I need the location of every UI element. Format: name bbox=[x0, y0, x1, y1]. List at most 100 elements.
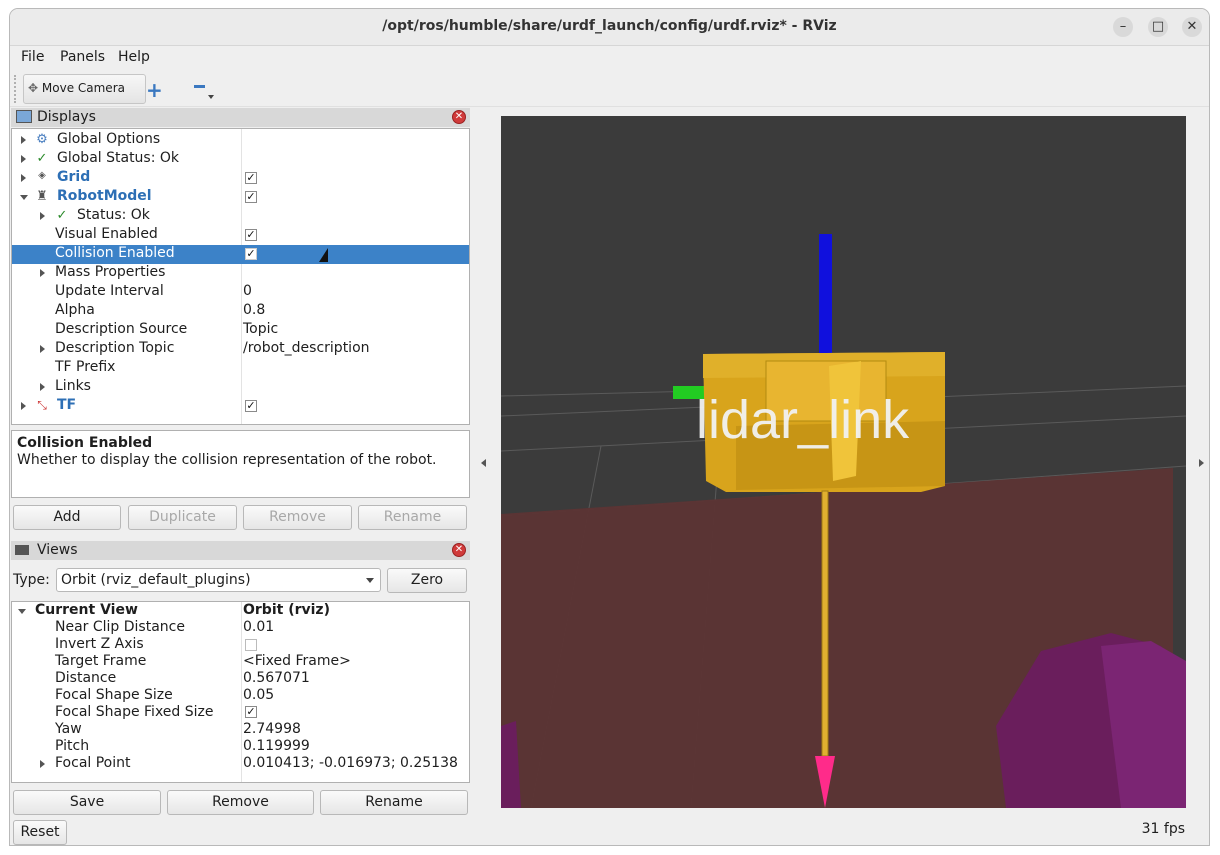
row-label: Description Source bbox=[55, 321, 188, 337]
focal-fixed-checkbox[interactable]: ✓ bbox=[245, 706, 257, 718]
collision-enabled-checkbox[interactable]: ✓ bbox=[245, 248, 257, 260]
type-label: Type: bbox=[13, 572, 50, 588]
close-views-icon[interactable]: ✕ bbox=[452, 543, 466, 557]
tf-checkbox[interactable]: ✓ bbox=[245, 400, 257, 412]
tree-row-distance[interactable]: Distance 0.567071 bbox=[12, 670, 469, 687]
grid-checkbox[interactable]: ✓ bbox=[245, 172, 257, 184]
maximize-icon[interactable]: □ bbox=[1148, 17, 1168, 37]
row-label: Focal Shape Size bbox=[55, 687, 173, 703]
row-value[interactable]: 0.01 bbox=[243, 619, 274, 635]
tree-row-grid[interactable]: ◈ Grid ✓ bbox=[12, 169, 469, 188]
tree-row-update-interval[interactable]: Update Interval 0 bbox=[12, 283, 469, 302]
tree-row-description-topic[interactable]: Description Topic /robot_description bbox=[12, 340, 469, 359]
menu-panels[interactable]: Panels bbox=[60, 49, 105, 65]
rename-view-button[interactable]: Rename bbox=[320, 790, 468, 815]
collapse-arrow-icon[interactable] bbox=[18, 609, 26, 614]
expand-arrow-icon[interactable] bbox=[40, 212, 45, 220]
chevron-down-icon[interactable] bbox=[208, 95, 214, 99]
tree-row-focal-shape-fixed-size[interactable]: Focal Shape Fixed Size ✓ bbox=[12, 704, 469, 721]
row-label: Global Options bbox=[57, 131, 161, 147]
tree-row-target-frame[interactable]: Target Frame <Fixed Frame> bbox=[12, 653, 469, 670]
remove-view-button[interactable]: Remove bbox=[167, 790, 314, 815]
tree-row-invert-z-axis[interactable]: Invert Z Axis bbox=[12, 636, 469, 653]
view-type-select[interactable]: Orbit (rviz_default_plugins) bbox=[56, 568, 381, 592]
remove-display-button[interactable]: Remove bbox=[243, 505, 352, 530]
gear-icon: ⚙ bbox=[36, 132, 48, 147]
expand-arrow-icon[interactable] bbox=[21, 155, 26, 163]
expand-arrow-icon[interactable] bbox=[40, 383, 45, 391]
minus-icon[interactable] bbox=[194, 85, 205, 88]
reset-button[interactable]: Reset bbox=[13, 820, 67, 845]
tree-row-description-source[interactable]: Description Source Topic bbox=[12, 321, 469, 340]
row-value[interactable]: 0.8 bbox=[243, 302, 265, 318]
close-icon[interactable]: ✕ bbox=[1182, 17, 1202, 37]
tree-row-focal-point[interactable]: Focal Point 0.010413; -0.016973; 0.25138 bbox=[12, 755, 469, 772]
collapse-right-icon[interactable] bbox=[1199, 459, 1204, 467]
displays-tree: ⚙ Global Options ✓ Global Status: Ok ◈ G… bbox=[11, 128, 470, 425]
grid-icon: ◈ bbox=[38, 170, 46, 181]
expand-arrow-icon[interactable] bbox=[40, 269, 45, 277]
tree-row-pitch[interactable]: Pitch 0.119999 bbox=[12, 738, 469, 755]
menu-file[interactable]: File bbox=[21, 49, 44, 65]
close-displays-icon[interactable]: ✕ bbox=[452, 110, 466, 124]
row-value[interactable]: Topic bbox=[243, 321, 278, 337]
plus-icon[interactable]: + bbox=[146, 78, 163, 102]
row-label: TF bbox=[57, 397, 77, 413]
expand-arrow-icon[interactable] bbox=[40, 760, 45, 768]
tree-row-mass-properties[interactable]: Mass Properties bbox=[12, 264, 469, 283]
tree-row-global-options[interactable]: ⚙ Global Options bbox=[12, 131, 469, 150]
invert-z-checkbox[interactable] bbox=[245, 639, 257, 651]
row-label: Near Clip Distance bbox=[55, 619, 185, 635]
collapse-arrow-icon[interactable] bbox=[20, 195, 28, 200]
view-type-value: Orbit (rviz_default_plugins) bbox=[61, 572, 251, 588]
rviz-window: /opt/ros/humble/share/urdf_launch/config… bbox=[9, 8, 1210, 846]
tree-row-status[interactable]: ✓ Status: Ok bbox=[12, 207, 469, 226]
row-label: Collision Enabled bbox=[55, 245, 175, 261]
tree-row-robotmodel[interactable]: ♜ RobotModel ✓ bbox=[12, 188, 469, 207]
robotmodel-checkbox[interactable]: ✓ bbox=[245, 191, 257, 203]
tree-row-alpha[interactable]: Alpha 0.8 bbox=[12, 302, 469, 321]
save-view-button[interactable]: Save bbox=[13, 790, 161, 815]
row-label: Focal Point bbox=[55, 755, 131, 771]
description-title: Collision Enabled bbox=[17, 435, 153, 451]
row-value[interactable]: 0.05 bbox=[243, 687, 274, 703]
minimize-icon[interactable]: – bbox=[1113, 17, 1133, 37]
collapse-left-icon[interactable] bbox=[481, 459, 486, 467]
rename-display-button[interactable]: Rename bbox=[358, 505, 467, 530]
menu-bar: File Panels Help bbox=[10, 46, 1209, 69]
row-label: Mass Properties bbox=[55, 264, 166, 280]
row-value[interactable]: 0.567071 bbox=[243, 670, 310, 686]
tree-row-collision-enabled[interactable]: Collision Enabled ✓ bbox=[12, 245, 469, 264]
row-value[interactable]: 0.119999 bbox=[243, 738, 310, 754]
zero-button[interactable]: Zero bbox=[387, 568, 467, 593]
add-display-button[interactable]: Add bbox=[13, 505, 121, 530]
expand-arrow-icon[interactable] bbox=[21, 174, 26, 182]
row-label: Distance bbox=[55, 670, 117, 686]
duplicate-display-button[interactable]: Duplicate bbox=[128, 505, 237, 530]
tree-row-yaw[interactable]: Yaw 2.74998 bbox=[12, 721, 469, 738]
row-value[interactable]: <Fixed Frame> bbox=[243, 653, 351, 669]
expand-arrow-icon[interactable] bbox=[21, 402, 26, 410]
tree-row-tf[interactable]: ⤡ TF ✓ bbox=[12, 397, 469, 416]
row-label: Grid bbox=[57, 169, 91, 185]
row-value[interactable]: 0.010413; -0.016973; 0.25138 bbox=[243, 755, 458, 771]
visual-enabled-checkbox[interactable]: ✓ bbox=[245, 229, 257, 241]
row-value[interactable]: 2.74998 bbox=[243, 721, 301, 737]
tree-row-visual-enabled[interactable]: Visual Enabled ✓ bbox=[12, 226, 469, 245]
row-value[interactable]: /robot_description bbox=[243, 340, 370, 356]
views-title: Views bbox=[37, 542, 78, 558]
property-description: Collision Enabled Whether to display the… bbox=[11, 430, 470, 498]
tree-row-near-clip-distance[interactable]: Near Clip Distance 0.01 bbox=[12, 619, 469, 636]
row-value: Orbit (rviz) bbox=[243, 602, 330, 618]
expand-arrow-icon[interactable] bbox=[21, 136, 26, 144]
tree-row-focal-shape-size[interactable]: Focal Shape Size 0.05 bbox=[12, 687, 469, 704]
row-value[interactable]: 0 bbox=[243, 283, 252, 299]
tree-row-global-status[interactable]: ✓ Global Status: Ok bbox=[12, 150, 469, 169]
scene-render: lidar_link bbox=[501, 234, 1186, 808]
tree-row-links[interactable]: Links bbox=[12, 378, 469, 397]
menu-help[interactable]: Help bbox=[118, 49, 150, 65]
expand-arrow-icon[interactable] bbox=[40, 345, 45, 353]
tree-row-tf-prefix[interactable]: TF Prefix bbox=[12, 359, 469, 378]
render-viewport[interactable]: lidar_link bbox=[501, 116, 1186, 808]
move-camera-button[interactable]: ✥ Move Camera bbox=[23, 74, 146, 104]
